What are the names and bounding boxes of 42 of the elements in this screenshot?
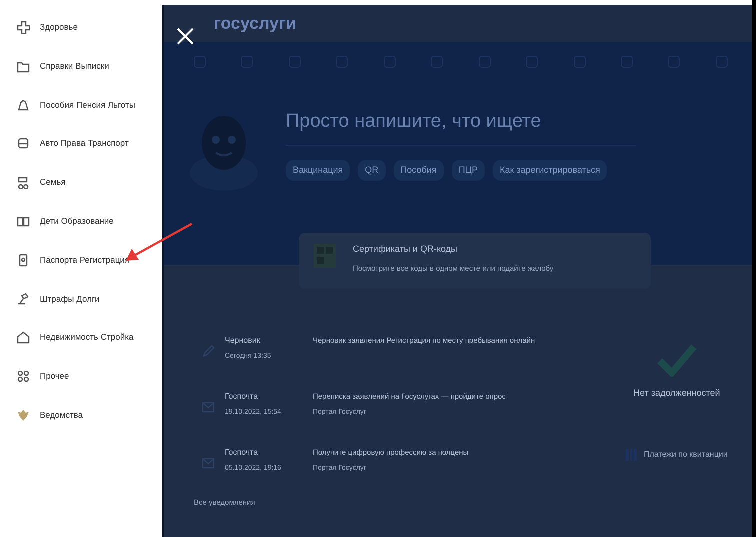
search-chip[interactable]: Пособия (394, 160, 444, 181)
stroller-icon (17, 176, 30, 190)
house-icon (17, 331, 30, 344)
bag-icon (17, 98, 30, 112)
search-chip[interactable]: Вакцинация (286, 160, 350, 181)
barcode-icon (626, 448, 638, 460)
envelope-icon (202, 457, 215, 470)
payments-link[interactable]: Платежи по квитанции (626, 448, 728, 460)
grid-icon (17, 370, 30, 384)
menu-item[interactable]: Авто Права Транспорт (0, 124, 162, 164)
search-chip[interactable]: Как зарегистрироваться (492, 160, 608, 181)
emblem-icon (17, 408, 30, 422)
book-icon (17, 214, 30, 228)
site-logo: госуслуги (214, 12, 297, 35)
qr-code-icon (313, 243, 337, 269)
search-chip[interactable]: ПЦР (452, 160, 485, 181)
menu-item[interactable]: Паспорта Регистрация (0, 240, 162, 280)
notification-source: Госпочта (225, 447, 260, 459)
menu-item[interactable]: Семья (0, 163, 162, 202)
cross-icon (17, 20, 30, 34)
menu-item[interactable]: Справки Выписки (0, 46, 162, 86)
envelope-icon (202, 401, 215, 414)
notification-source: Госпочта (225, 391, 260, 403)
search-chip[interactable]: QR (358, 160, 386, 181)
search-field[interactable]: Просто напишите, что ищете (286, 108, 636, 146)
gavel-icon (17, 292, 30, 306)
menu-item[interactable]: Прочее (0, 357, 162, 396)
menu-item[interactable]: Пособия Пенсия Льготы (0, 86, 162, 124)
promo-title: Сертификаты и QR-коды (353, 243, 459, 256)
menu-item[interactable]: Ведомства (0, 396, 162, 435)
menu-item[interactable]: Недвижимость Стройка (0, 318, 162, 358)
menu-item[interactable]: Здоровье (0, 8, 162, 47)
car-icon (17, 137, 30, 150)
checkmark-icon (656, 343, 697, 377)
folder-icon (17, 60, 30, 73)
notification-source: Черновик (225, 335, 262, 347)
pencil-icon (202, 345, 215, 358)
close-icon[interactable] (177, 28, 194, 45)
menu-item[interactable]: Дети Образование (0, 202, 162, 241)
debts-status: Нет задолженностей (634, 387, 720, 400)
passport-icon (17, 254, 30, 267)
menu-item[interactable]: Штрафы Долги (0, 280, 162, 318)
